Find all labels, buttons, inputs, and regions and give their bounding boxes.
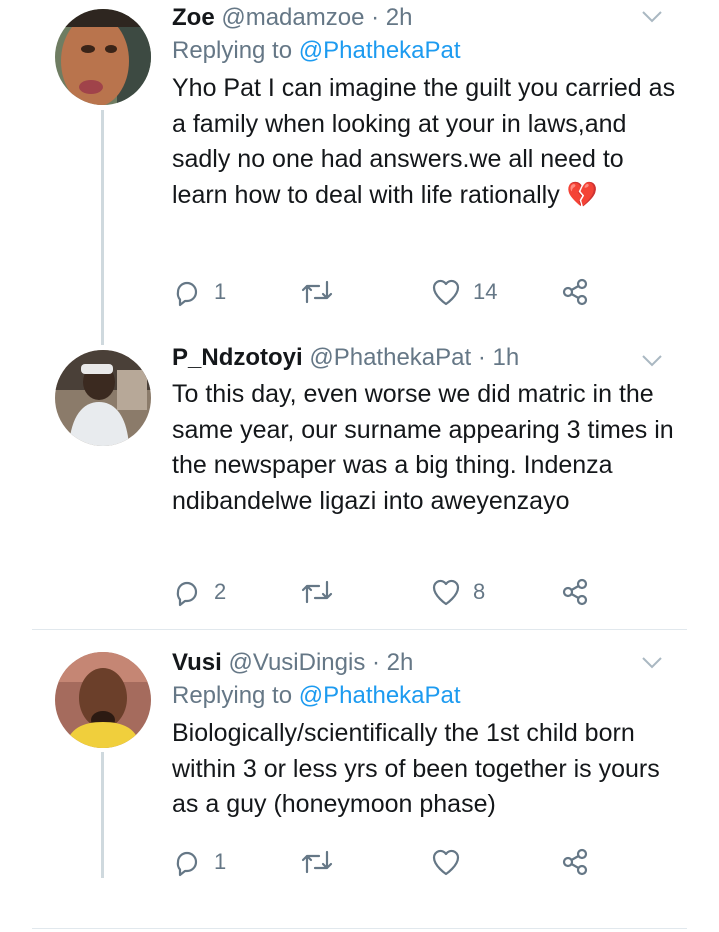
share-button[interactable] (560, 575, 590, 609)
reply-icon (176, 581, 198, 607)
reply-icon (176, 851, 198, 877)
reply-count: 1 (214, 849, 227, 874)
reply-count: 2 (214, 579, 227, 604)
tweet-actions: 1 (172, 845, 602, 879)
replying-to-link[interactable]: @PhathekaPat (299, 682, 461, 709)
retweet-button[interactable] (300, 575, 346, 609)
avatar[interactable] (55, 652, 151, 748)
reply-button[interactable]: 1 (172, 845, 226, 879)
share-icon (562, 578, 588, 606)
thread-line (101, 752, 104, 878)
author-handle[interactable]: @VusiDingis (228, 649, 365, 676)
tweet[interactable]: Vusi @VusiDingis · 2h Replying to @Phath… (0, 630, 719, 932)
retweet-icon (301, 280, 333, 304)
heart-icon (432, 579, 460, 606)
tweet-header: P_Ndzotoyi @PhathekaPat · 1h (172, 343, 679, 373)
share-button[interactable] (560, 275, 590, 309)
tweet-text: Biologically/scientifically the 1st chil… (172, 719, 660, 818)
heart-icon (432, 849, 460, 876)
reply-button[interactable]: 2 (172, 575, 226, 609)
avatar[interactable] (55, 9, 151, 105)
replying-to-label: Replying to (172, 37, 293, 64)
author-name[interactable]: P_Ndzotoyi (172, 344, 303, 371)
like-button[interactable] (431, 845, 473, 879)
share-icon (562, 848, 588, 876)
timestamp[interactable]: · 1h (478, 344, 519, 371)
timestamp[interactable]: · 2h (371, 4, 412, 31)
tweet-text: To this day, even worse we did matric in… (172, 380, 674, 515)
thread-line (101, 110, 104, 345)
share-button[interactable] (560, 845, 590, 879)
author-handle[interactable]: @madamzoe (221, 4, 364, 31)
replying-to-label: Replying to (172, 682, 293, 709)
heart-icon (432, 279, 460, 306)
tweet[interactable]: Zoe @madamzoe · 2h Replying to @Phatheka… (0, 0, 719, 345)
share-icon (562, 278, 588, 306)
retweet-button[interactable] (300, 845, 346, 879)
tweet-actions: 1 14 (172, 275, 602, 309)
like-count: 14 (473, 279, 498, 304)
divider (32, 928, 687, 929)
tweet-header: Vusi @VusiDingis · 2h (172, 648, 679, 678)
reply-count: 1 (214, 279, 227, 304)
retweet-button[interactable] (300, 275, 346, 309)
retweet-icon (301, 580, 333, 604)
replying-to: Replying to @PhathekaPat (172, 35, 679, 67)
like-button[interactable]: 14 (431, 275, 497, 309)
replying-to: Replying to @PhathekaPat (172, 680, 679, 712)
chevron-down-icon[interactable] (641, 10, 663, 24)
replying-to-link[interactable]: @PhathekaPat (299, 37, 461, 64)
chevron-down-icon[interactable] (641, 656, 663, 670)
chevron-down-icon[interactable] (641, 354, 663, 368)
tweet-actions: 2 8 (172, 575, 602, 609)
timestamp[interactable]: · 2h (372, 649, 413, 676)
author-name[interactable]: Vusi (172, 649, 222, 676)
reply-icon (176, 281, 198, 307)
reply-button[interactable]: 1 (172, 275, 226, 309)
tweet-header: Zoe @madamzoe · 2h (172, 3, 679, 33)
retweet-icon (301, 850, 333, 874)
tweet-text: Yho Pat I can imagine the guilt you carr… (172, 74, 676, 209)
like-count: 8 (473, 579, 486, 604)
tweet[interactable]: P_Ndzotoyi @PhathekaPat · 1h To this day… (0, 340, 719, 630)
avatar[interactable] (55, 350, 151, 446)
like-button[interactable]: 8 (431, 575, 485, 609)
author-handle[interactable]: @PhathekaPat (309, 344, 471, 371)
author-name[interactable]: Zoe (172, 4, 215, 31)
